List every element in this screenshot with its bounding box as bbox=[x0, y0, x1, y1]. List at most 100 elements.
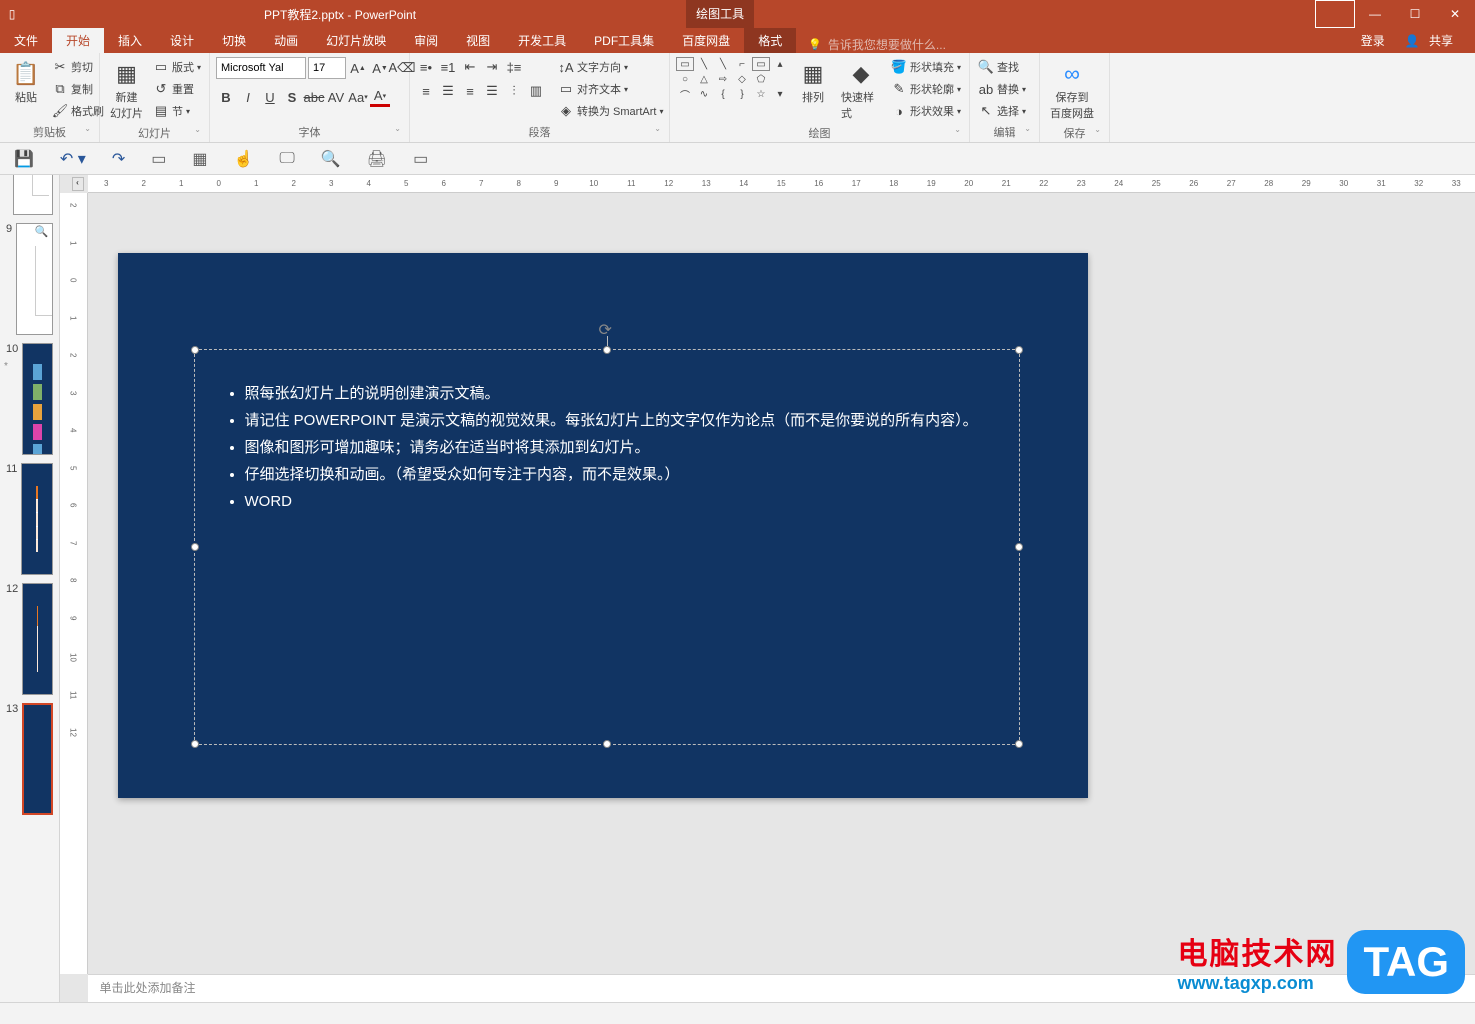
horizontal-ruler[interactable]: 3210123456789101112131415161718192021222… bbox=[88, 175, 1475, 193]
find-button[interactable]: 🔍查找 bbox=[976, 57, 1028, 77]
resize-handle[interactable] bbox=[1015, 346, 1023, 354]
notes-pane[interactable]: 单击此处添加备注 bbox=[88, 974, 1475, 1002]
bullet-item[interactable]: 请记住 POWERPOINT 是演示文稿的视觉效果。每张幻灯片上的文字仅作为论点… bbox=[245, 407, 979, 434]
numbering-icon[interactable]: ≡1 bbox=[438, 57, 458, 77]
change-case-button[interactable]: Aa▾ bbox=[348, 87, 368, 107]
qat-slideshow-icon[interactable]: ▭ bbox=[151, 149, 166, 169]
section-button[interactable]: ▤节 ▾ bbox=[151, 101, 203, 121]
align-center-icon[interactable]: ☰ bbox=[438, 81, 458, 101]
line-spacing-icon[interactable]: ‡≡ bbox=[504, 57, 524, 77]
tab-file[interactable]: 文件 bbox=[0, 28, 52, 53]
smartart-button[interactable]: ◈转换为 SmartArt▾ bbox=[556, 101, 665, 121]
resize-handle[interactable] bbox=[603, 740, 611, 748]
indent-dec-icon[interactable]: ⇤ bbox=[460, 57, 480, 77]
share-button[interactable]: 👤 共享 bbox=[1399, 28, 1465, 53]
tab-animations[interactable]: 动画 bbox=[260, 28, 312, 53]
resize-handle[interactable] bbox=[603, 346, 611, 354]
underline-button[interactable]: U bbox=[260, 87, 280, 107]
tab-transitions[interactable]: 切换 bbox=[208, 28, 260, 53]
current-slide[interactable]: ⟳ 照每张幻灯片上的说明创建演示文稿。请记住 POWERPOINT 是演示文稿的… bbox=[118, 253, 1088, 798]
bold-button[interactable]: B bbox=[216, 87, 236, 107]
tab-review[interactable]: 审阅 bbox=[400, 28, 452, 53]
tell-me-input[interactable]: 告诉我您想要做什么... bbox=[796, 36, 1354, 53]
qat-present-icon[interactable]: 🖵 bbox=[279, 150, 294, 168]
tab-insert[interactable]: 插入 bbox=[104, 28, 156, 53]
shape-outline-button[interactable]: ✎形状轮廓▾ bbox=[889, 79, 963, 99]
collapse-ruler-icon[interactable]: ‹ bbox=[72, 177, 84, 191]
thumb-9[interactable]: 9 🔍 bbox=[0, 219, 59, 339]
resize-handle[interactable] bbox=[1015, 543, 1023, 551]
thumb-10[interactable]: 10 * bbox=[0, 339, 59, 459]
tab-pdf[interactable]: PDF工具集 bbox=[580, 28, 668, 53]
qat-more-icon[interactable]: ▭ bbox=[413, 149, 428, 169]
resize-handle[interactable] bbox=[1015, 740, 1023, 748]
quick-styles-button[interactable]: ◆快速样式 bbox=[837, 57, 885, 123]
tab-developer[interactable]: 开发工具 bbox=[504, 28, 580, 53]
resize-handle[interactable] bbox=[191, 740, 199, 748]
replace-button[interactable]: ab替换▾ bbox=[976, 79, 1028, 99]
shadow-button[interactable]: S bbox=[282, 87, 302, 107]
paste-button[interactable]: 📋 粘贴 bbox=[6, 57, 46, 107]
rotate-handle-icon[interactable]: ⟳ bbox=[599, 320, 615, 336]
magnify-icon[interactable]: 🔍 bbox=[35, 225, 49, 238]
decrease-font-icon[interactable]: A▼ bbox=[370, 58, 390, 78]
clear-format-icon[interactable]: A⌫ bbox=[392, 58, 412, 78]
font-color-button[interactable]: A▾ bbox=[370, 87, 390, 107]
bullet-list[interactable]: 照每张幻灯片上的说明创建演示文稿。请记住 POWERPOINT 是演示文稿的视觉… bbox=[195, 350, 1019, 515]
arrange-button[interactable]: ▦排列 bbox=[793, 57, 833, 107]
save-icon[interactable]: 💾 bbox=[14, 149, 34, 169]
select-button[interactable]: ↖选择▾ bbox=[976, 101, 1028, 121]
justify-icon[interactable]: ☰ bbox=[482, 81, 502, 101]
minimize-icon[interactable]: — bbox=[1355, 0, 1395, 28]
shape-fill-button[interactable]: 🪣形状填充▾ bbox=[889, 57, 963, 77]
resize-handle[interactable] bbox=[191, 346, 199, 354]
save-baidu-button[interactable]: ∞ 保存到 百度网盘 bbox=[1046, 57, 1098, 123]
bullets-icon[interactable]: ≡• bbox=[416, 57, 436, 77]
reset-button[interactable]: ↺重置 bbox=[151, 79, 203, 99]
bullet-item[interactable]: 图像和图形可增加趣味；请务必在适当时将其添加到幻灯片。 bbox=[245, 434, 979, 461]
increase-font-icon[interactable]: A▲ bbox=[348, 58, 368, 78]
redo-icon[interactable]: ↷ bbox=[112, 149, 125, 169]
char-spacing-button[interactable]: AV bbox=[326, 87, 346, 107]
font-size-input[interactable] bbox=[308, 57, 346, 79]
qat-table-icon[interactable]: ▦ bbox=[192, 149, 207, 169]
vertical-ruler[interactable]: 210123456789101112 bbox=[60, 193, 88, 974]
maximize-icon[interactable]: ☐ bbox=[1395, 0, 1435, 28]
format-painter-button[interactable]: 🖌格式刷 bbox=[50, 101, 106, 121]
thumb-11[interactable]: 11 bbox=[0, 459, 59, 579]
shape-effects-button[interactable]: ◑形状效果▾ bbox=[889, 101, 963, 121]
tab-slideshow[interactable]: 幻灯片放映 bbox=[312, 28, 400, 53]
copy-button[interactable]: ⧉复制 bbox=[50, 79, 106, 99]
tab-baidu[interactable]: 百度网盘 bbox=[668, 28, 744, 53]
shapes-gallery[interactable]: ▭╲╲⌐▭▴ ○△⇨◇⬠ ⌒∿{}☆▾ bbox=[676, 57, 789, 101]
slide-canvas[interactable]: ⟳ 照每张幻灯片上的说明创建演示文稿。请记住 POWERPOINT 是演示文稿的… bbox=[88, 193, 1475, 974]
thumb-13[interactable]: 13 bbox=[0, 699, 59, 819]
ribbon-display-icon[interactable] bbox=[1315, 0, 1355, 28]
align-left-icon[interactable]: ≡ bbox=[416, 81, 436, 101]
login-button[interactable]: 登录 bbox=[1355, 28, 1391, 53]
tab-format[interactable]: 格式 bbox=[744, 28, 796, 53]
distribute-icon[interactable]: ⫶ bbox=[504, 81, 524, 101]
bullet-item[interactable]: 照每张幻灯片上的说明创建演示文稿。 bbox=[245, 380, 979, 407]
close-icon[interactable]: ✕ bbox=[1435, 0, 1475, 28]
undo-icon[interactable]: ↶ ▾ bbox=[60, 149, 86, 169]
layout-button[interactable]: ▭版式 ▾ bbox=[151, 57, 203, 77]
strike-button[interactable]: abc bbox=[304, 87, 324, 107]
indent-inc-icon[interactable]: ⇥ bbox=[482, 57, 502, 77]
align-right-icon[interactable]: ≡ bbox=[460, 81, 480, 101]
cut-button[interactable]: ✂剪切 bbox=[50, 57, 106, 77]
tab-design[interactable]: 设计 bbox=[156, 28, 208, 53]
thumb-12[interactable]: 12 bbox=[0, 579, 59, 699]
qat-touch-icon[interactable]: ☝ bbox=[233, 149, 253, 169]
bullet-item[interactable]: 仔细选择切换和动画。（希望受众如何专注于内容，而不是效果。） bbox=[245, 461, 979, 488]
content-textbox[interactable]: ⟳ 照每张幻灯片上的说明创建演示文稿。请记住 POWERPOINT 是演示文稿的… bbox=[194, 349, 1020, 745]
align-text-button[interactable]: ▭对齐文本▾ bbox=[556, 79, 665, 99]
tab-home[interactable]: 开始 bbox=[52, 28, 104, 53]
qat-zoom-icon[interactable]: 🔍 bbox=[321, 149, 341, 169]
italic-button[interactable]: I bbox=[238, 87, 258, 107]
font-name-input[interactable] bbox=[216, 57, 306, 79]
qat-print-icon[interactable]: 🖨 bbox=[367, 149, 387, 169]
bullet-item[interactable]: WORD bbox=[245, 488, 979, 515]
tab-view[interactable]: 视图 bbox=[452, 28, 504, 53]
new-slide-button[interactable]: ▦ 新建 幻灯片 bbox=[106, 57, 147, 123]
